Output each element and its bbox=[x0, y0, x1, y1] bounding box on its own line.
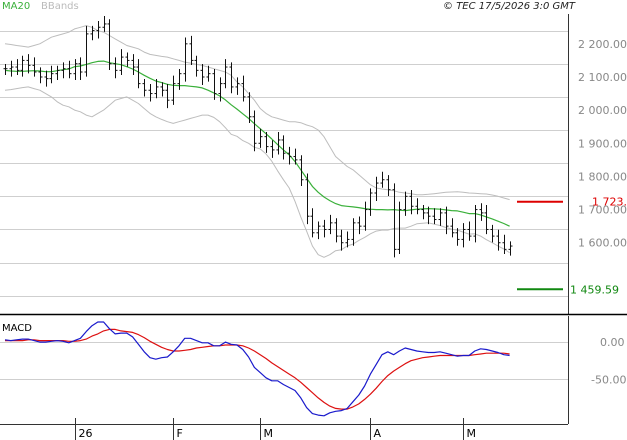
x-tick-label: 26 bbox=[79, 427, 93, 440]
legend-ma20: MA20 bbox=[2, 1, 30, 12]
legend: MA20 BBands bbox=[2, 1, 79, 12]
legend-bbands: BBands bbox=[41, 1, 79, 12]
x-tick-label: A bbox=[374, 427, 382, 440]
macd-tick-label: -50.00 bbox=[591, 373, 626, 386]
price-level-label-1: 1 459.59 bbox=[570, 283, 619, 296]
price-tick-label: 2 000.00 bbox=[578, 104, 627, 117]
price-tick-label: 1 900.00 bbox=[578, 137, 627, 150]
price-tick-label: 2 100.00 bbox=[578, 71, 627, 84]
price-tick-label: 2 200.00 bbox=[578, 38, 627, 51]
x-tick-label: M bbox=[467, 427, 477, 440]
price-tick-label: 1 600.00 bbox=[578, 237, 627, 250]
chart-background bbox=[0, 0, 627, 440]
price-tick-label: 1 800.00 bbox=[578, 170, 627, 183]
chart: MA20 BBands © TEC 17/5/2026 3:0 GMT 1 72… bbox=[0, 0, 627, 440]
copyright-timestamp: © TEC 17/5/2026 3:0 GMT bbox=[443, 1, 576, 12]
x-tick-label: F bbox=[177, 427, 183, 440]
price-tick-label: 1 700.00 bbox=[578, 204, 627, 217]
macd-panel-label: MACD bbox=[2, 323, 32, 334]
macd-tick-label: 0.00 bbox=[600, 336, 625, 349]
x-tick-label: M bbox=[264, 427, 274, 440]
